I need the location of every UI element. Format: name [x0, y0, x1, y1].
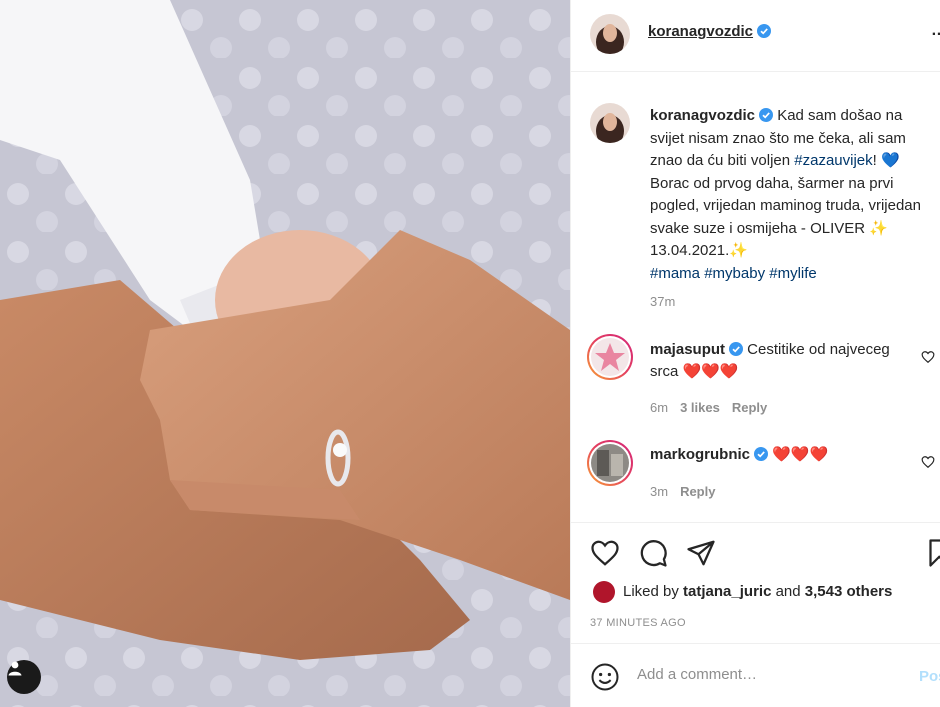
post-image	[0, 0, 570, 707]
comment-meta: 6m 3 likes Reply	[650, 400, 779, 415]
verified-icon	[729, 342, 744, 356]
heart-icon[interactable]	[921, 455, 935, 469]
comment-body: ❤️❤️❤️	[768, 446, 829, 463]
hashtag-link[interactable]: #mybaby	[704, 265, 765, 282]
heart-icon[interactable]	[921, 350, 935, 364]
caption-username[interactable]: koranagvozdic	[650, 107, 755, 124]
comment-username[interactable]: markogrubnic	[650, 446, 750, 463]
hashtag-link[interactable]: #mylife	[769, 265, 817, 282]
reply-button[interactable]: Reply	[732, 400, 767, 415]
caption-timestamp[interactable]: 37m	[650, 294, 675, 309]
post-comment-button[interactable]: Post	[919, 668, 940, 685]
comment-time[interactable]: 6m	[650, 400, 668, 415]
author-username[interactable]: koranagvozdic	[648, 23, 772, 40]
post-age[interactable]: 37 MINUTES AGO	[590, 617, 686, 629]
commenter-avatar[interactable]	[587, 440, 633, 486]
liked-by-text: Liked by tatjana_juric and 3,543 others	[623, 583, 893, 600]
hashtag-link[interactable]: #mama	[650, 265, 700, 282]
liker-avatar[interactable]	[593, 581, 615, 603]
emoji-icon[interactable]	[590, 662, 620, 692]
post-side-panel: koranagvozdic … koranagvozdic Kad sam do…	[570, 0, 940, 707]
comment-text: majasuput Cestitike od najveceg srca ❤️❤…	[650, 339, 910, 383]
commenter-avatar[interactable]	[587, 334, 633, 380]
liker-username[interactable]: tatjana_juric	[683, 583, 771, 600]
user-tag-button[interactable]	[7, 660, 41, 694]
hashtag-link[interactable]: #zazauvijek	[794, 152, 872, 169]
share-icon[interactable]	[686, 538, 716, 568]
likes-count[interactable]: 3,543 others	[805, 583, 893, 600]
comment-icon[interactable]	[638, 538, 668, 568]
comment-time[interactable]: 3m	[650, 484, 668, 499]
comment-input[interactable]	[637, 666, 907, 683]
caption-avatar[interactable]	[590, 103, 630, 143]
reply-button[interactable]: Reply	[680, 484, 715, 499]
author-avatar[interactable]	[590, 14, 630, 54]
post-header: koranagvozdic …	[571, 0, 940, 72]
add-comment-bar: Post	[571, 643, 940, 707]
bookmark-icon[interactable]	[923, 538, 940, 568]
comment-likes[interactable]: 3 likes	[680, 400, 720, 415]
more-icon: …	[931, 22, 940, 39]
post-photo[interactable]	[0, 0, 570, 707]
user-tag-icon	[8, 661, 22, 676]
comment-text: markogrubnic ❤️❤️❤️	[650, 444, 910, 466]
post-caption: koranagvozdic Kad sam došao na svijet ni…	[650, 105, 935, 285]
verified-icon	[754, 447, 769, 461]
verified-icon	[759, 108, 774, 122]
post-actions: Liked by tatjana_juric and 3,543 others …	[571, 522, 940, 643]
comment-username[interactable]: majasuput	[650, 341, 725, 358]
verified-icon	[757, 24, 772, 38]
comment-meta: 3m Reply	[650, 484, 727, 499]
comments-section: koranagvozdic Kad sam došao na svijet ni…	[571, 73, 940, 523]
more-options-button[interactable]: …	[931, 22, 940, 40]
heart-icon[interactable]	[590, 538, 620, 568]
